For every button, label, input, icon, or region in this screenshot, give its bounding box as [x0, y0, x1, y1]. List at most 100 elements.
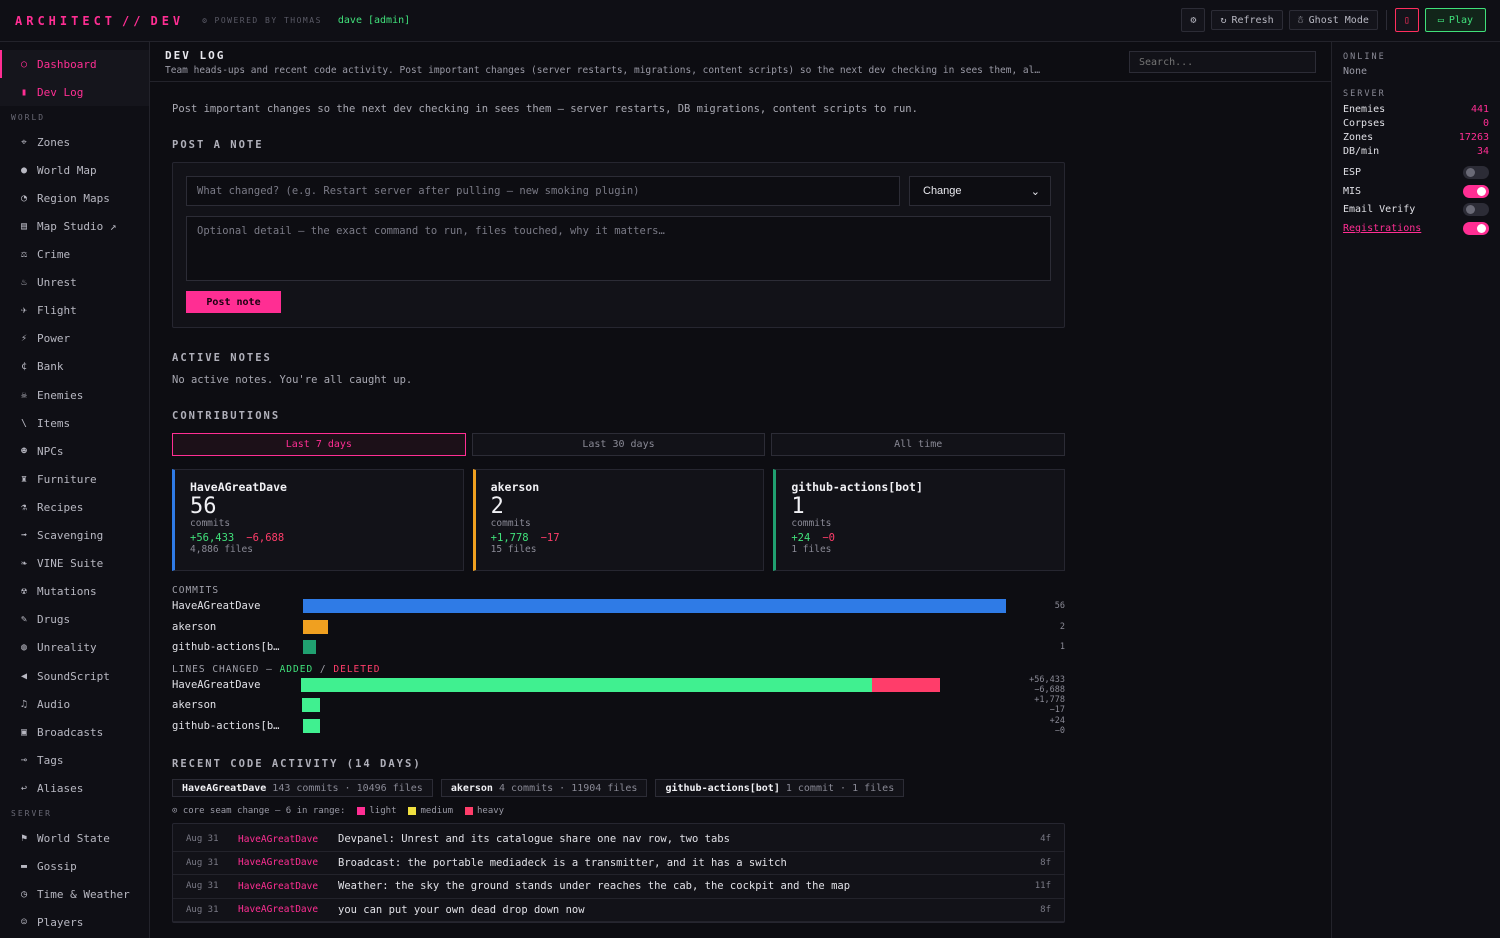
sidebar-item-unreality[interactable]: ◍ Unreality [0, 634, 149, 662]
tab-last-7-days[interactable]: Last 7 days [172, 433, 466, 456]
sidebar-item-bank[interactable]: ¢ Bank [0, 353, 149, 381]
sidebar-item-gossip[interactable]: ▬ Gossip [0, 853, 149, 881]
sidebar-item-scavenging[interactable]: ➟ Scavenging [0, 522, 149, 550]
powered-label: POWERED BY THOMAS [214, 16, 322, 25]
chart-category-label: github-actions[b… [172, 719, 280, 732]
sidebar-item-aliases[interactable]: ↩ Aliases [0, 774, 149, 802]
sidebar-item-label: Region Maps [37, 191, 110, 205]
detail-textarea[interactable]: Optional detail — the exact command to r… [186, 216, 1051, 281]
sidebar-item-recipes[interactable]: ⚗ Recipes [0, 493, 149, 521]
contributor-filter-pill[interactable]: HaveAGreatDave 143 commits · 10496 files [172, 779, 433, 797]
contributor-card[interactable]: HaveAGreatDave 56 commits +56,433 −6,688 4,88… [172, 469, 464, 571]
pill-name: HaveAGreatDave [182, 782, 267, 794]
settings-button[interactable]: ⚙ [1181, 8, 1206, 32]
chart-track [303, 640, 1043, 655]
sidebar-item-broadcasts[interactable]: ▣ Broadcasts [0, 718, 149, 746]
sidebar-item-audio[interactable]: ♫ Audio [0, 690, 149, 718]
mis-toggle[interactable] [1463, 184, 1489, 198]
commits-bar [303, 619, 329, 634]
soundscript-icon: ◀ [20, 670, 28, 682]
top-bar: ARCHITECT // DEV ⚙ POWERED BY THOMAS dave [… [0, 0, 1500, 42]
lines-summary: +1,778 −17 [491, 532, 749, 544]
tab-all-time[interactable]: All time [771, 433, 1066, 456]
lines-added-label: ADDED [279, 663, 314, 675]
sidebar-item-unrest[interactable]: ♨ Unrest [0, 269, 149, 297]
sidebar-item-npcs[interactable]: ☻ NPCs [0, 437, 149, 465]
contributor-filter-pill[interactable]: github-actions[bot] 1 commit · 1 files [655, 779, 905, 797]
contributor-filter-pill[interactable]: akerson 4 commits · 11904 files [440, 779, 648, 797]
refresh-label: Refresh [1231, 14, 1274, 26]
activity-author: HaveAGreatDave [238, 904, 319, 916]
sidebar-item-zones[interactable]: ⌖ Zones [0, 128, 149, 156]
activity-row[interactable]: Aug 31 HaveAGreatDave you can put your own… [173, 899, 1064, 922]
gear-icon: ⚙ [1190, 14, 1197, 26]
activity-files: 8f [1040, 904, 1051, 915]
lines-summary: +56,433 −6,688 [190, 532, 448, 544]
sidebar-item-vine-suite[interactable]: ❧ VINE Suite [0, 550, 149, 578]
sidebar-item-world-state[interactable]: ⚑ World State [0, 824, 149, 852]
search-input[interactable] [1129, 51, 1316, 73]
lines-deleted: −0 [822, 532, 835, 544]
world-map-icon: ● [20, 164, 28, 176]
lines-added: +24 [791, 532, 811, 544]
toggle-label[interactable]: Registrations [1343, 223, 1421, 234]
sidebar-item-label: Items [37, 416, 71, 430]
sidebar-item-tags[interactable]: ⊸ Tags [0, 746, 149, 774]
pill-name: akerson [450, 782, 493, 794]
tab-last-30-days[interactable]: Last 30 days [471, 433, 766, 456]
legend-swatch [408, 807, 417, 815]
sidebar-item-items[interactable]: \ Items [0, 409, 149, 437]
esp-toggle[interactable] [1463, 165, 1489, 179]
sidebar-item-label: Furniture [37, 472, 97, 486]
brand-separator: // [122, 13, 145, 28]
note-type-value: Change [923, 185, 962, 197]
refresh-button[interactable]: ↻ Refresh [1211, 10, 1283, 30]
detail-placeholder: Optional detail — the exact command to r… [197, 225, 665, 237]
sidebar-item-crime[interactable]: ⚖ Crime [0, 241, 149, 269]
sidebar-item-label: Recipes [37, 500, 84, 514]
play-button[interactable]: ▭ Play [1424, 8, 1486, 32]
sidebar-item-time-weather[interactable]: ◷ Time & Weather [0, 881, 149, 909]
commits-bar [303, 640, 316, 655]
contributions-tabs: Last 7 days Last 30 days All time [172, 433, 1066, 456]
note-type-select[interactable]: Change ⌄ [909, 176, 1051, 206]
sidebar-item-region-maps[interactable]: ◔ Region Maps [0, 184, 149, 212]
sidebar-item-label: Drugs [37, 613, 71, 627]
activity-row[interactable]: Aug 31 HaveAGreatDave Broadcast: the porta… [173, 852, 1064, 875]
contributor-card[interactable]: github-actions[bot] 1 commits +24 −0 1 files [773, 469, 1066, 571]
active-notes-empty: No active notes. You're all caught up. [172, 374, 413, 386]
activity-row[interactable]: Aug 31 HaveAGreatDave Weather: the sky the… [173, 875, 1064, 899]
what-changed-input[interactable]: What changed? (e.g. Restart server after… [186, 176, 900, 206]
activity-author: HaveAGreatDave [238, 833, 319, 845]
sidebar-item-label: Power [37, 332, 71, 346]
chart-value-label: 56 [1054, 601, 1065, 612]
ghost-mode-button[interactable]: ☃ Ghost Mode [1288, 10, 1378, 30]
brand-name: ARCHITECT [15, 13, 117, 28]
stop-button[interactable]: ▯ [1394, 8, 1419, 32]
activity-author: HaveAGreatDave [238, 880, 319, 892]
sidebar-item-flight[interactable]: ✈ Flight [0, 297, 149, 325]
sidebar-item-enemies[interactable]: ☠ Enemies [0, 381, 149, 409]
sidebar-item-power[interactable]: ⚡ Power [0, 325, 149, 353]
sidebar-item-furniture[interactable]: ♜ Furniture [0, 465, 149, 493]
contributor-card[interactable]: akerson 2 commits +1,778 −17 15 files [472, 469, 765, 571]
activity-row[interactable]: Aug 31 HaveAGreatDave Devpanel: Unrest and… [173, 828, 1064, 852]
sidebar-item-mutations[interactable]: ☢ Mutations [0, 578, 149, 606]
brand-logo[interactable]: ARCHITECT // DEV [15, 14, 184, 28]
sidebar-item-world-map[interactable]: ● World Map [0, 156, 149, 184]
sidebar-item-soundscript[interactable]: ◀ SoundScript [0, 662, 149, 690]
lines-chart: HaveAGreatDave +56,433 −6,688 akerson +1,77… [172, 675, 1065, 737]
online-title: ONLINE [1343, 52, 1386, 62]
players-icon: ☺ [20, 917, 28, 929]
sidebar-item-drugs[interactable]: ✎ Drugs [0, 606, 149, 634]
sidebar-item-dev-log[interactable]: ▮ Dev Log [0, 78, 149, 107]
pill-detail: 1 commit · 1 files [785, 782, 895, 794]
zones-icon: ⌖ [21, 136, 27, 148]
sidebar-item-dashboard[interactable]: ○ Dashboard [0, 50, 149, 79]
commit-count-label: commits [190, 518, 231, 529]
email-verify-toggle[interactable] [1463, 203, 1489, 217]
sidebar-item-players[interactable]: ☺ Players [0, 909, 149, 937]
sidebar-item-map-studio[interactable]: ▤ Map Studio ↗ [0, 212, 149, 240]
registrations-toggle[interactable] [1463, 221, 1489, 235]
post-note-button[interactable]: Post note [186, 291, 281, 313]
